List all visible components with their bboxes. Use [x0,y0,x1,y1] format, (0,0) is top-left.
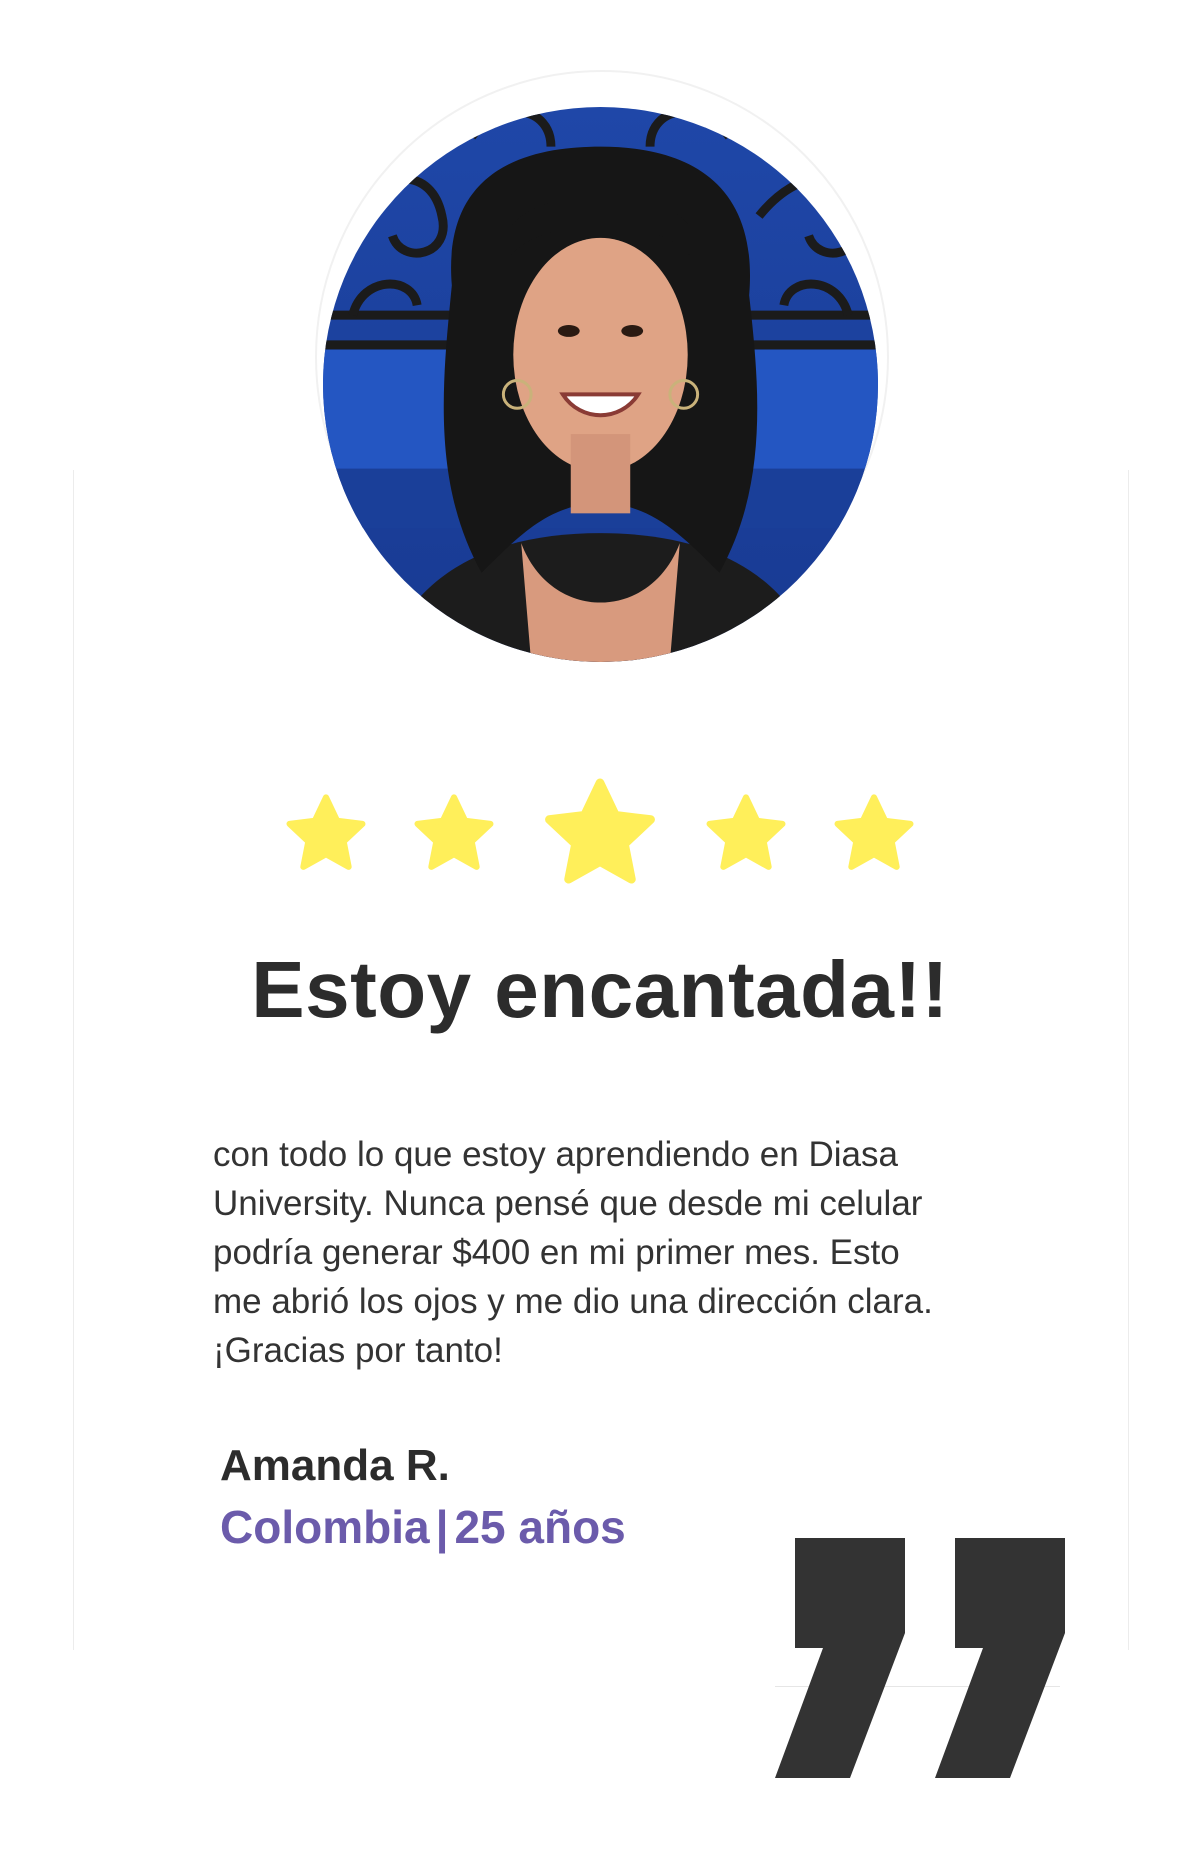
star-icon [706,794,786,870]
body-line: ¡Gracias por tanto! [213,1331,503,1370]
avatar [323,107,878,662]
body-line: University. Nunca pensé que desde mi cel… [213,1184,923,1223]
star-icon [545,778,655,884]
star-rating [0,770,1200,900]
body-line: podría generar $400 en mi primer mes. Es… [213,1233,900,1272]
closing-quote-icon [775,1538,1065,1778]
body-line: con todo lo que estoy aprendiendo en Dia… [213,1135,898,1174]
testimonial-body: con todo lo que estoy aprendiendo en Dia… [213,1130,1033,1375]
testimonial-headline: Estoy encantada!! [251,945,949,1034]
author-meta: Colombia | 25 años [220,1500,626,1554]
author-name: Amanda R. [220,1441,450,1490]
star-icon [286,794,366,870]
star-icon [414,794,494,870]
author-age: 25 años [454,1501,626,1553]
body-line: me abrió los ojos y me dio una dirección… [213,1282,933,1321]
meta-separator: | [435,1501,449,1553]
author-country: Colombia [220,1501,430,1553]
avatar-photo-icon [323,107,878,662]
star-icon [834,794,914,870]
